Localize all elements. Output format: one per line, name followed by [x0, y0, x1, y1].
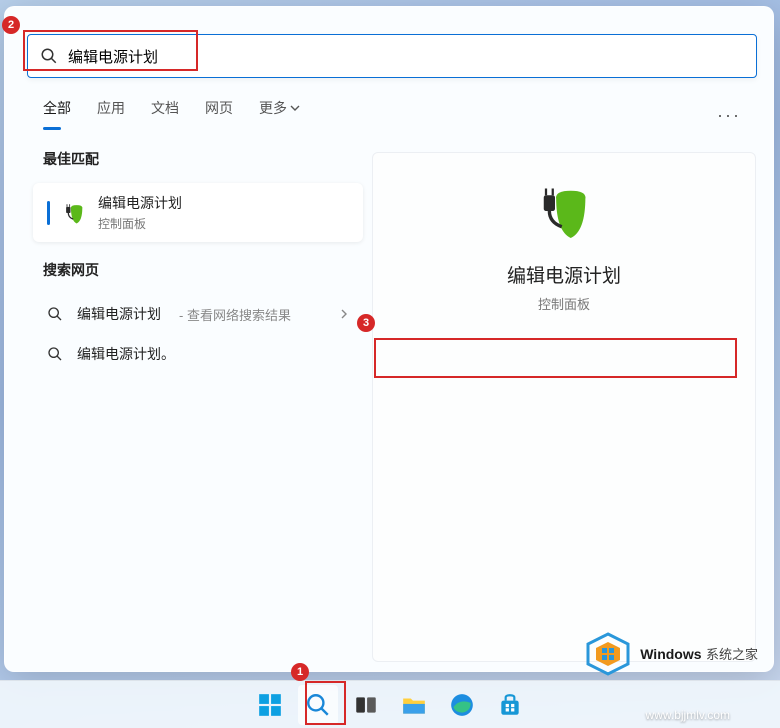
best-match-subtitle: 控制面板 [98, 215, 182, 232]
filter-tabs: 全部 应用 文档 网页 更多 [43, 98, 300, 126]
watermark-logo-icon [584, 630, 632, 678]
search-icon [305, 692, 331, 718]
ellipsis-icon: ··· [717, 105, 741, 125]
watermark: Windows 系统之家 [584, 630, 758, 678]
task-view-icon [353, 692, 379, 718]
watermark-url: www.bjjmlv.com [646, 708, 730, 722]
power-plan-icon [60, 199, 88, 227]
chevron-right-icon [339, 309, 349, 319]
callout-marker-1: 1 [291, 663, 309, 681]
folder-icon [401, 692, 427, 718]
tab-more[interactable]: 更多 [259, 98, 300, 126]
overflow-menu-button[interactable]: ··· [717, 105, 741, 126]
detail-title: 编辑电源计划 [507, 261, 621, 288]
watermark-brand1: Windows [640, 646, 701, 662]
best-match-title: 编辑电源计划 [98, 193, 182, 213]
callout-marker-2: 2 [2, 16, 20, 34]
chevron-down-icon [290, 103, 300, 113]
search-results-panel: 全部 应用 文档 网页 更多 ··· 最佳匹配 编辑电源 [4, 6, 774, 672]
store-button[interactable] [490, 685, 530, 725]
tab-more-label: 更多 [259, 98, 287, 118]
web-result-main: 编辑电源计划 [77, 304, 161, 324]
tab-web[interactable]: 网页 [205, 98, 233, 126]
search-bar[interactable] [27, 34, 757, 78]
task-view-button[interactable] [346, 685, 386, 725]
web-result-1[interactable]: 编辑电源计划。 [33, 334, 363, 374]
search-icon [47, 346, 63, 362]
tab-all[interactable]: 全部 [43, 98, 71, 126]
watermark-brand2: 系统之家 [706, 647, 758, 662]
selection-indicator [47, 201, 50, 225]
tab-apps[interactable]: 应用 [97, 98, 125, 126]
web-result-0[interactable]: 编辑电源计划 - 查看网络搜索结果 [33, 294, 363, 334]
search-input[interactable] [58, 48, 744, 65]
section-best-match: 最佳匹配 [33, 149, 363, 169]
results-list: 最佳匹配 编辑电源计划 控制面板 搜索网页 编辑电源计划 [33, 149, 363, 374]
search-icon [40, 47, 58, 65]
detail-pane: 编辑电源计划 控制面板 [372, 152, 756, 662]
tab-documents[interactable]: 文档 [151, 98, 179, 126]
store-icon [497, 692, 523, 718]
callout-marker-3: 3 [357, 314, 375, 332]
section-search-web: 搜索网页 [33, 260, 363, 280]
watermark-text: Windows 系统之家 [640, 644, 758, 664]
start-button[interactable] [250, 685, 290, 725]
windows-logo-icon [257, 692, 283, 718]
best-match-result[interactable]: 编辑电源计划 控制面板 [33, 183, 363, 242]
power-plan-icon-large [528, 175, 600, 247]
search-icon [47, 306, 63, 322]
web-result-main: 编辑电源计划。 [77, 344, 175, 364]
best-match-text: 编辑电源计划 控制面板 [98, 193, 182, 232]
web-result-sub: - 查看网络搜索结果 [179, 305, 291, 324]
edge-browser-button[interactable] [442, 685, 482, 725]
taskbar-search-button[interactable] [298, 685, 338, 725]
file-explorer-button[interactable] [394, 685, 434, 725]
detail-subtitle: 控制面板 [538, 294, 590, 313]
edge-icon [449, 692, 475, 718]
